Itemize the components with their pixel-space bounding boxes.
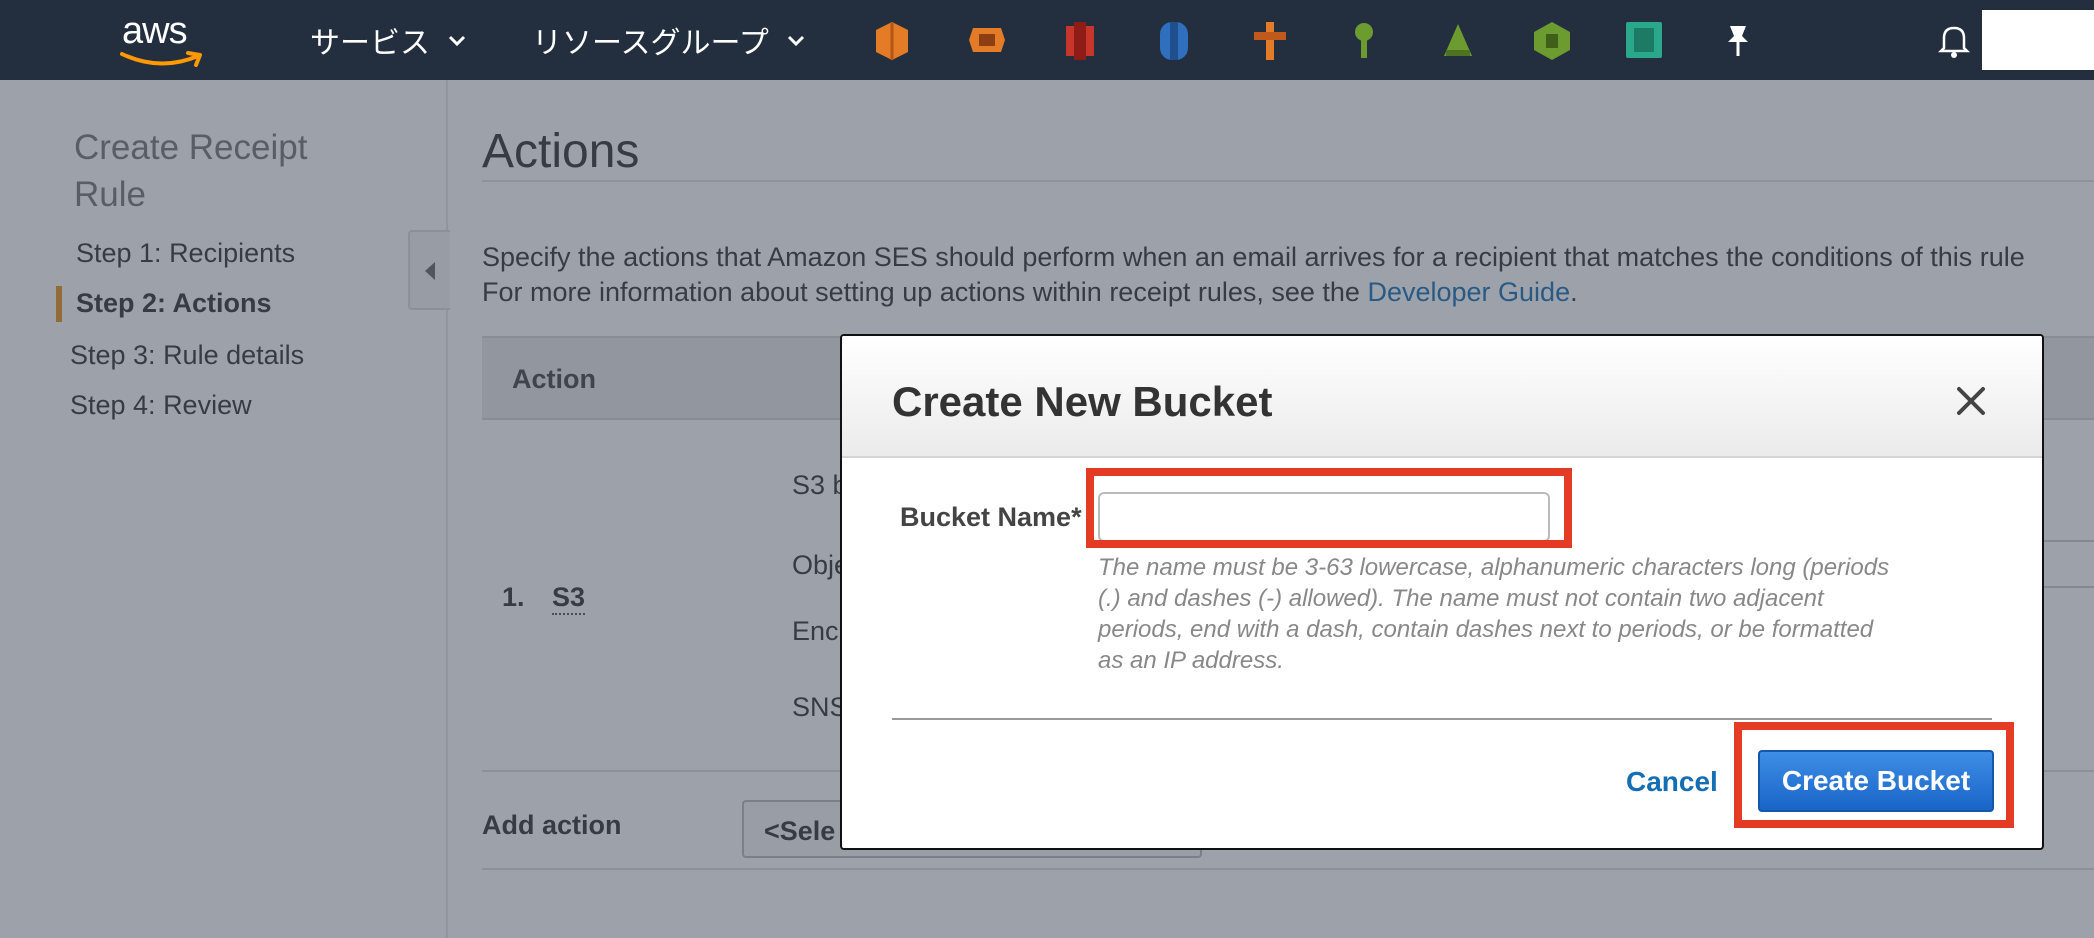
service-icon-2[interactable] [965,18,1009,62]
bell-icon[interactable] [1934,20,1974,60]
aws-logo-text: aws [122,10,188,52]
dialog-footer-divider [892,718,1992,720]
bucket-name-highlight [1086,468,1572,548]
bucket-name-label: Bucket Name* [900,502,1082,532]
account-menu[interactable] [1982,10,2094,70]
service-icon-5[interactable] [1248,18,1292,62]
dialog-title: Create New Bucket [892,378,1273,425]
service-icon-8[interactable] [1530,18,1574,62]
service-icon-4[interactable] [1152,18,1196,62]
service-icon-7[interactable] [1436,18,1480,62]
resource-groups-menu[interactable]: リソースグループ [532,20,807,61]
services-label: サービス [310,26,430,61]
close-icon[interactable] [1954,384,1988,418]
chevron-down-icon [787,35,804,47]
aws-smile-icon [120,51,202,67]
resource-groups-label: リソースグループ [532,26,769,61]
service-icon-9[interactable] [1622,18,1666,62]
bucket-name-help-text: The name must be 3-63 lowercase, alphanu… [1098,554,1890,674]
service-icon-1[interactable] [870,18,914,62]
cancel-button[interactable]: Cancel [1626,766,1718,798]
chevron-down-icon [448,35,466,47]
pin-icon[interactable] [1716,18,1760,62]
services-menu[interactable]: サービス [310,20,468,61]
aws-logo[interactable]: aws [118,10,208,70]
create-bucket-highlight [1734,722,2014,828]
service-icon-6[interactable] [1342,18,1386,62]
service-icon-3[interactable] [1058,18,1102,62]
dialog-header: Create New Bucket [842,336,2042,458]
top-nav: aws サービス リソースグループ [0,0,2094,80]
